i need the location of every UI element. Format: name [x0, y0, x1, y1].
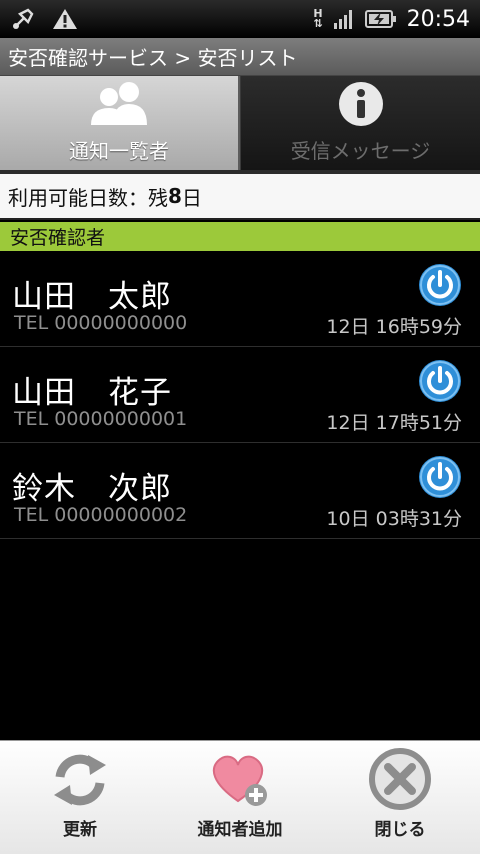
contact-tel: TEL 00000000002: [14, 504, 188, 526]
warning-icon: [53, 9, 77, 29]
contact-name: 山田 花子: [12, 375, 172, 411]
tab-label: 通知一覧者: [69, 139, 169, 163]
add-notifier-button[interactable]: 通知者追加: [160, 741, 320, 854]
contact-list: 山田 太郎 TEL 00000000000 12日 16時59分 山田 花子 T…: [0, 251, 480, 539]
contact-time: 10日 03時31分: [326, 508, 462, 530]
power-icon[interactable]: [418, 359, 462, 403]
list-item[interactable]: 山田 太郎 TEL 00000000000 12日 16時59分: [0, 251, 480, 347]
options-menu: 更新 通知者追加 閉じる: [0, 740, 480, 854]
menu-label: 閉じる: [374, 820, 426, 840]
refresh-button[interactable]: 更新: [0, 741, 160, 854]
remaining-days: 利用可能日数：残 8 日: [0, 174, 480, 220]
remaining-days-suffix: 日: [181, 185, 202, 210]
network-type-indicator: H ⇅: [313, 7, 323, 30]
battery-charging-icon: [364, 10, 396, 28]
usb-debug-icon: [13, 8, 34, 29]
power-icon[interactable]: [418, 263, 462, 307]
menu-label: 更新: [63, 820, 97, 840]
section-header: 安否確認者: [0, 222, 480, 251]
contact-name: 鈴木 次郎: [12, 471, 172, 507]
contact-time: 12日 16時59分: [326, 316, 462, 338]
contact-name: 山田 太郎: [12, 279, 172, 315]
page-title: 安否確認サービス > 安否リスト: [0, 38, 480, 76]
contact-time: 12日 17時51分: [326, 412, 462, 434]
status-time: 20:54: [406, 6, 470, 32]
remaining-days-value: 8: [168, 184, 182, 208]
tab-received-messages[interactable]: 受信メッセージ: [240, 76, 480, 170]
contact-tel: TEL 00000000001: [14, 408, 188, 430]
menu-label: 通知者追加: [197, 820, 283, 840]
status-bar: H ⇅ 20:54: [0, 0, 480, 38]
power-icon[interactable]: [418, 455, 462, 499]
list-item[interactable]: 山田 花子 TEL 00000000001 12日 17時51分: [0, 347, 480, 443]
tab-bar: 通知一覧者 受信メッセージ: [0, 76, 480, 170]
people-icon: [91, 82, 147, 125]
tab-label: 受信メッセージ: [290, 139, 431, 163]
signal-icon: [333, 10, 352, 29]
close-circle-icon: [369, 748, 431, 810]
remaining-days-prefix: 利用可能日数：残: [8, 185, 168, 210]
contact-tel: TEL 00000000000: [14, 312, 188, 334]
refresh-icon: [54, 754, 106, 806]
heart-add-icon: [212, 755, 267, 806]
close-button[interactable]: 閉じる: [320, 741, 480, 854]
tab-notification-list[interactable]: 通知一覧者: [0, 76, 240, 170]
list-item[interactable]: 鈴木 次郎 TEL 00000000002 10日 03時31分: [0, 443, 480, 539]
info-icon: [338, 82, 383, 126]
